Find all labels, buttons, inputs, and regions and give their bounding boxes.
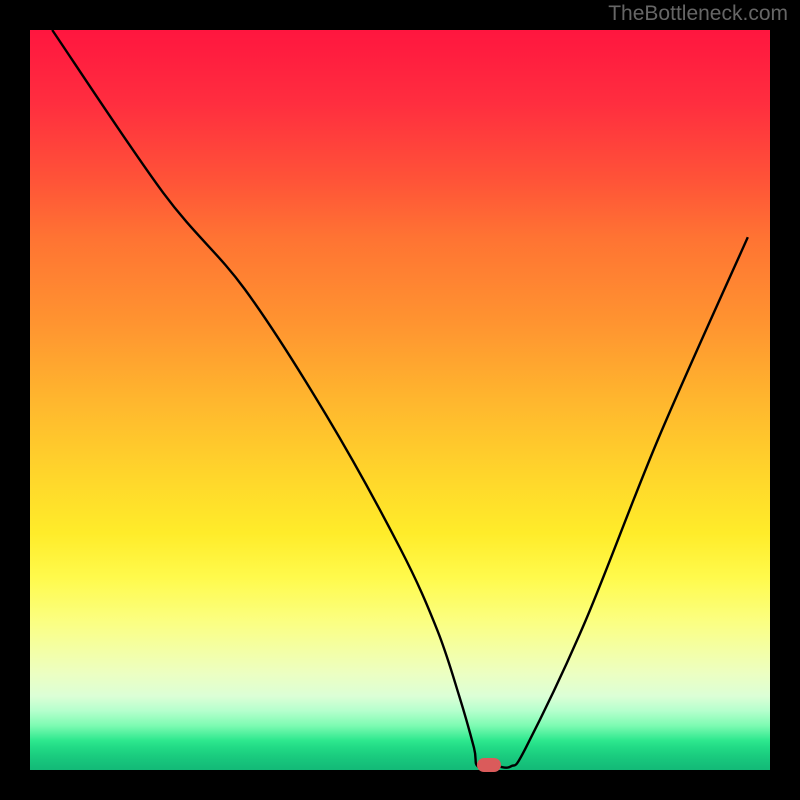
watermark-text: TheBottleneck.com [608, 2, 788, 26]
plot-area [30, 30, 770, 770]
curve-svg [30, 30, 770, 770]
bottleneck-curve [52, 30, 748, 768]
chart-container: TheBottleneck.com [0, 0, 800, 800]
minimum-marker [477, 758, 501, 772]
